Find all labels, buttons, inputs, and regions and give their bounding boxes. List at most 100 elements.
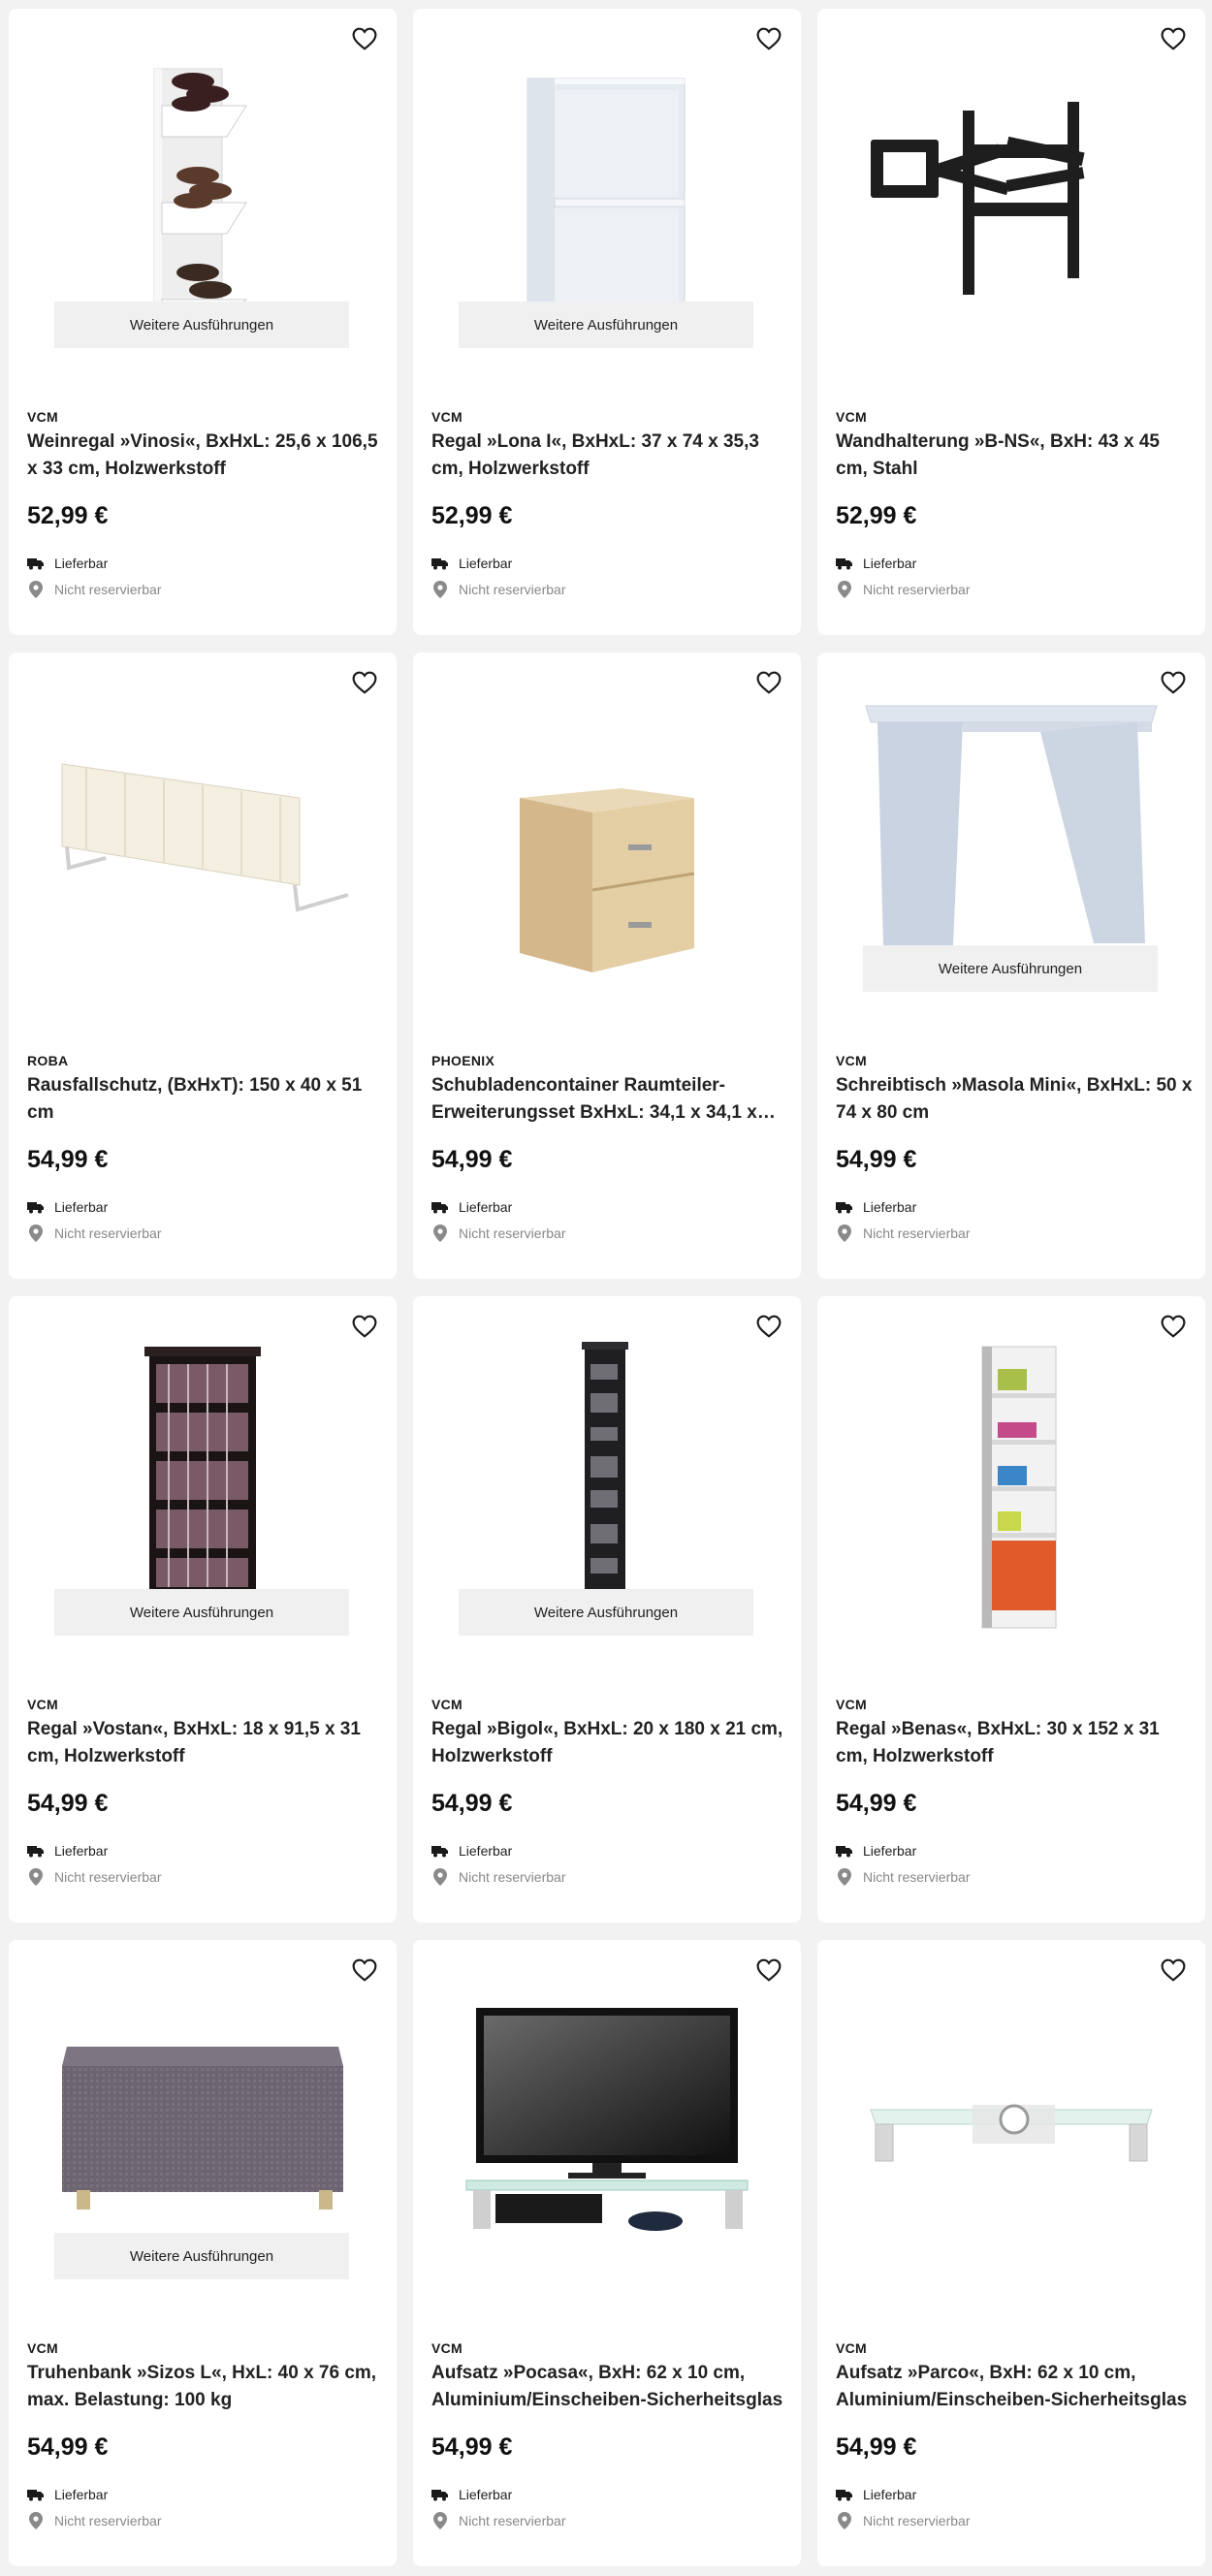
more-variants-button[interactable]: Weitere Ausführungen — [863, 945, 1158, 992]
delivery-status: Lieferbar — [431, 2486, 512, 2503]
product-card[interactable]: ROBA Rausfallschutz, (BxHxT): 150 x 40 x… — [9, 652, 397, 1279]
product-title[interactable]: Truhenbank »Sizos L«, HxL: 40 x 76 cm, m… — [27, 2360, 386, 2414]
delivery-status: Lieferbar — [836, 555, 916, 572]
product-price: 54,99 € — [27, 1790, 109, 1817]
product-card[interactable]: VCM Regal »Benas«, BxHxL: 30 x 152 x 31 … — [817, 1296, 1205, 1923]
reservation-status: Nicht reservierbar — [431, 1224, 565, 1242]
product-image[interactable] — [9, 1296, 397, 1636]
delivery-label: Lieferbar — [459, 2487, 513, 2502]
delivery-label: Lieferbar — [863, 556, 917, 571]
product-card[interactable]: VCM Aufsatz »Pocasa«, BxH: 62 x 10 cm, A… — [413, 1940, 801, 2566]
location-pin-icon — [27, 1868, 45, 1886]
product-title[interactable]: Regal »Benas«, BxHxL: 30 x 152 x 31 cm, … — [836, 1716, 1195, 1770]
product-image[interactable] — [413, 9, 801, 348]
reservation-label: Nicht reservierbar — [863, 582, 971, 597]
product-image[interactable] — [817, 652, 1205, 992]
product-price: 54,99 € — [836, 1790, 917, 1817]
product-brand: VCM — [836, 1053, 868, 1068]
favorite-heart-icon[interactable] — [1159, 1312, 1188, 1341]
product-title[interactable]: Regal »Bigol«, BxHxL: 20 x 180 x 21 cm, … — [431, 1716, 790, 1770]
wall-mount-image — [871, 102, 1085, 295]
favorite-heart-icon[interactable] — [1159, 668, 1188, 697]
product-image[interactable] — [817, 1296, 1205, 1636]
product-brand: VCM — [431, 2340, 463, 2356]
reservation-label: Nicht reservierbar — [54, 1225, 162, 1241]
reservation-label: Nicht reservierbar — [54, 582, 162, 597]
product-card[interactable]: Weitere Ausführungen VCM Regal »Bigol«, … — [413, 1296, 801, 1923]
product-title[interactable]: Aufsatz »Parco«, BxH: 62 x 10 cm, Alumin… — [836, 2360, 1195, 2414]
product-image[interactable] — [9, 1940, 397, 2279]
truck-icon — [836, 2486, 853, 2503]
more-variants-button[interactable]: Weitere Ausführungen — [54, 1589, 349, 1636]
location-pin-icon — [836, 2512, 853, 2529]
more-variants-button[interactable]: Weitere Ausführungen — [54, 2233, 349, 2279]
product-title[interactable]: Aufsatz »Pocasa«, BxH: 62 x 10 cm, Alumi… — [431, 2360, 790, 2414]
favorite-heart-icon[interactable] — [754, 1312, 783, 1341]
shelf-image — [526, 78, 686, 312]
favorite-heart-icon[interactable] — [754, 24, 783, 53]
reservation-label: Nicht reservierbar — [459, 1225, 566, 1241]
tv-stand-image — [465, 2008, 749, 2231]
product-card[interactable]: Weitere Ausführungen VCM Weinregal »Vino… — [9, 9, 397, 635]
product-title[interactable]: Regal »Vostan«, BxHxL: 18 x 91,5 x 31 cm… — [27, 1716, 386, 1770]
product-title[interactable]: Schreibtisch »Masola Mini«, BxHxL: 50 x … — [836, 1072, 1195, 1127]
delivery-status: Lieferbar — [836, 1198, 916, 1216]
reservation-label: Nicht reservierbar — [863, 1869, 971, 1885]
product-title[interactable]: Wandhalterung »B-NS«, BxH: 43 x 45 cm, S… — [836, 429, 1195, 483]
storage-bench-image — [62, 2047, 343, 2210]
truck-icon — [836, 1842, 853, 1860]
delivery-label: Lieferbar — [459, 1199, 513, 1215]
product-price: 54,99 € — [431, 1790, 513, 1817]
delivery-label: Lieferbar — [459, 1843, 513, 1859]
product-image[interactable] — [9, 9, 397, 348]
favorite-heart-icon[interactable] — [754, 668, 783, 697]
product-card[interactable]: VCM Wandhalterung »B-NS«, BxH: 43 x 45 c… — [817, 9, 1205, 635]
truck-icon — [431, 1198, 449, 1216]
reservation-label: Nicht reservierbar — [459, 582, 566, 597]
product-card[interactable]: Weitere Ausführungen VCM Regal »Vostan«,… — [9, 1296, 397, 1923]
product-image[interactable] — [817, 1940, 1205, 2279]
product-image[interactable] — [413, 1940, 801, 2279]
favorite-heart-icon[interactable] — [350, 1956, 379, 1985]
favorite-heart-icon[interactable] — [350, 24, 379, 53]
product-title[interactable]: Rausfallschutz, (BxHxT): 150 x 40 x 51 c… — [27, 1072, 386, 1127]
more-variants-button[interactable]: Weitere Ausführungen — [459, 302, 753, 348]
favorite-heart-icon[interactable] — [1159, 1956, 1188, 1985]
reservation-label: Nicht reservierbar — [863, 1225, 971, 1241]
favorite-heart-icon[interactable] — [350, 668, 379, 697]
delivery-status: Lieferbar — [431, 1842, 512, 1860]
product-card[interactable]: Weitere Ausführungen VCM Truhenbank »Siz… — [9, 1940, 397, 2566]
location-pin-icon — [431, 1868, 449, 1886]
product-brand: ROBA — [27, 1053, 69, 1068]
delivery-status: Lieferbar — [836, 1842, 916, 1860]
product-image[interactable] — [817, 9, 1205, 348]
product-title[interactable]: Schubladencontainer Raumteiler-Erweiteru… — [431, 1072, 790, 1127]
favorite-heart-icon[interactable] — [1159, 24, 1188, 53]
product-image[interactable] — [9, 652, 397, 992]
product-card[interactable]: VCM Aufsatz »Parco«, BxH: 62 x 10 cm, Al… — [817, 1940, 1205, 2566]
product-card[interactable]: PHOENIX Schubladencontainer Raumteiler-E… — [413, 652, 801, 1279]
location-pin-icon — [27, 2512, 45, 2529]
product-card[interactable]: Weitere Ausführungen VCM Regal »Lona I«,… — [413, 9, 801, 635]
more-variants-button[interactable]: Weitere Ausführungen — [459, 1589, 753, 1636]
delivery-status: Lieferbar — [27, 1842, 108, 1860]
product-card[interactable]: Weitere Ausführungen VCM Schreibtisch »M… — [817, 652, 1205, 1279]
product-price: 54,99 € — [836, 1146, 917, 1173]
product-price: 52,99 € — [431, 502, 513, 529]
product-title[interactable]: Weinregal »Vinosi«, BxHxL: 25,6 x 106,5 … — [27, 429, 386, 483]
product-title[interactable]: Regal »Lona I«, BxHxL: 37 x 74 x 35,3 cm… — [431, 429, 790, 483]
product-image[interactable] — [413, 652, 801, 992]
more-variants-button[interactable]: Weitere Ausführungen — [54, 302, 349, 348]
product-price: 52,99 € — [836, 502, 917, 529]
reservation-status: Nicht reservierbar — [431, 2512, 565, 2529]
reservation-label: Nicht reservierbar — [863, 2513, 971, 2528]
truck-icon — [431, 1842, 449, 1860]
reservation-label: Nicht reservierbar — [54, 2513, 162, 2528]
product-brand: VCM — [836, 2340, 868, 2356]
favorite-heart-icon[interactable] — [350, 1312, 379, 1341]
reservation-status: Nicht reservierbar — [27, 1868, 161, 1886]
location-pin-icon — [836, 1224, 853, 1242]
favorite-heart-icon[interactable] — [754, 1956, 783, 1985]
product-image[interactable] — [413, 1296, 801, 1636]
delivery-status: Lieferbar — [27, 2486, 108, 2503]
